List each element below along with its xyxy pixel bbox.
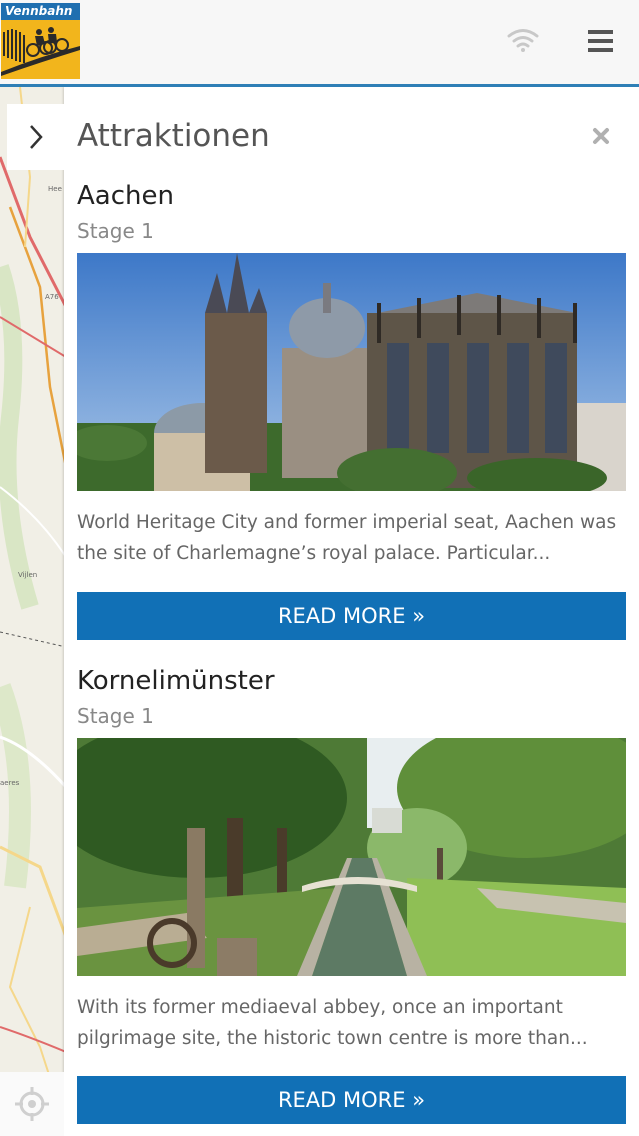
read-more-button[interactable]: READ MORE »: [77, 592, 626, 640]
aachen-cathedral-image[interactable]: [77, 253, 626, 491]
chevron-right-icon: [30, 125, 43, 149]
kornelimunster-image[interactable]: [77, 738, 626, 976]
park-photo: [77, 738, 626, 976]
close-icon[interactable]: [592, 127, 610, 145]
wifi-icon[interactable]: [506, 28, 540, 52]
attraction-stage: Stage 1: [77, 704, 154, 728]
vennbahn-logo[interactable]: Vennbahn: [1, 3, 80, 79]
locate-me-button[interactable]: [0, 1072, 64, 1136]
collapse-panel-button[interactable]: [7, 104, 65, 170]
map-roads: [0, 87, 66, 1136]
attraction-description: With its former mediaeval abbey, once an…: [77, 997, 588, 1049]
logo-text: Vennbahn: [1, 3, 80, 20]
map-view[interactable]: Hee A76 Vijlen aeres: [0, 87, 66, 1136]
app-header: Vennbahn: [0, 0, 639, 87]
panel-title: Attraktionen: [77, 118, 270, 154]
map-label: Vijlen: [18, 571, 38, 579]
attraction-title[interactable]: Kornelimünster: [77, 666, 275, 696]
attraction-stage: Stage 1: [77, 219, 154, 243]
map-label: Hee: [48, 185, 62, 193]
cyclists-icon: [1, 27, 80, 76]
map-label: A76: [45, 293, 59, 301]
map-label: aeres: [0, 779, 20, 787]
attraction-description: World Heritage City and former imperial …: [77, 512, 617, 564]
attraction-title[interactable]: Aachen: [77, 181, 174, 211]
hamburger-menu-icon[interactable]: [588, 30, 613, 52]
crosshair-icon: [15, 1087, 49, 1121]
read-more-button[interactable]: READ MORE »: [77, 1076, 626, 1124]
cathedral-photo: [77, 253, 626, 491]
